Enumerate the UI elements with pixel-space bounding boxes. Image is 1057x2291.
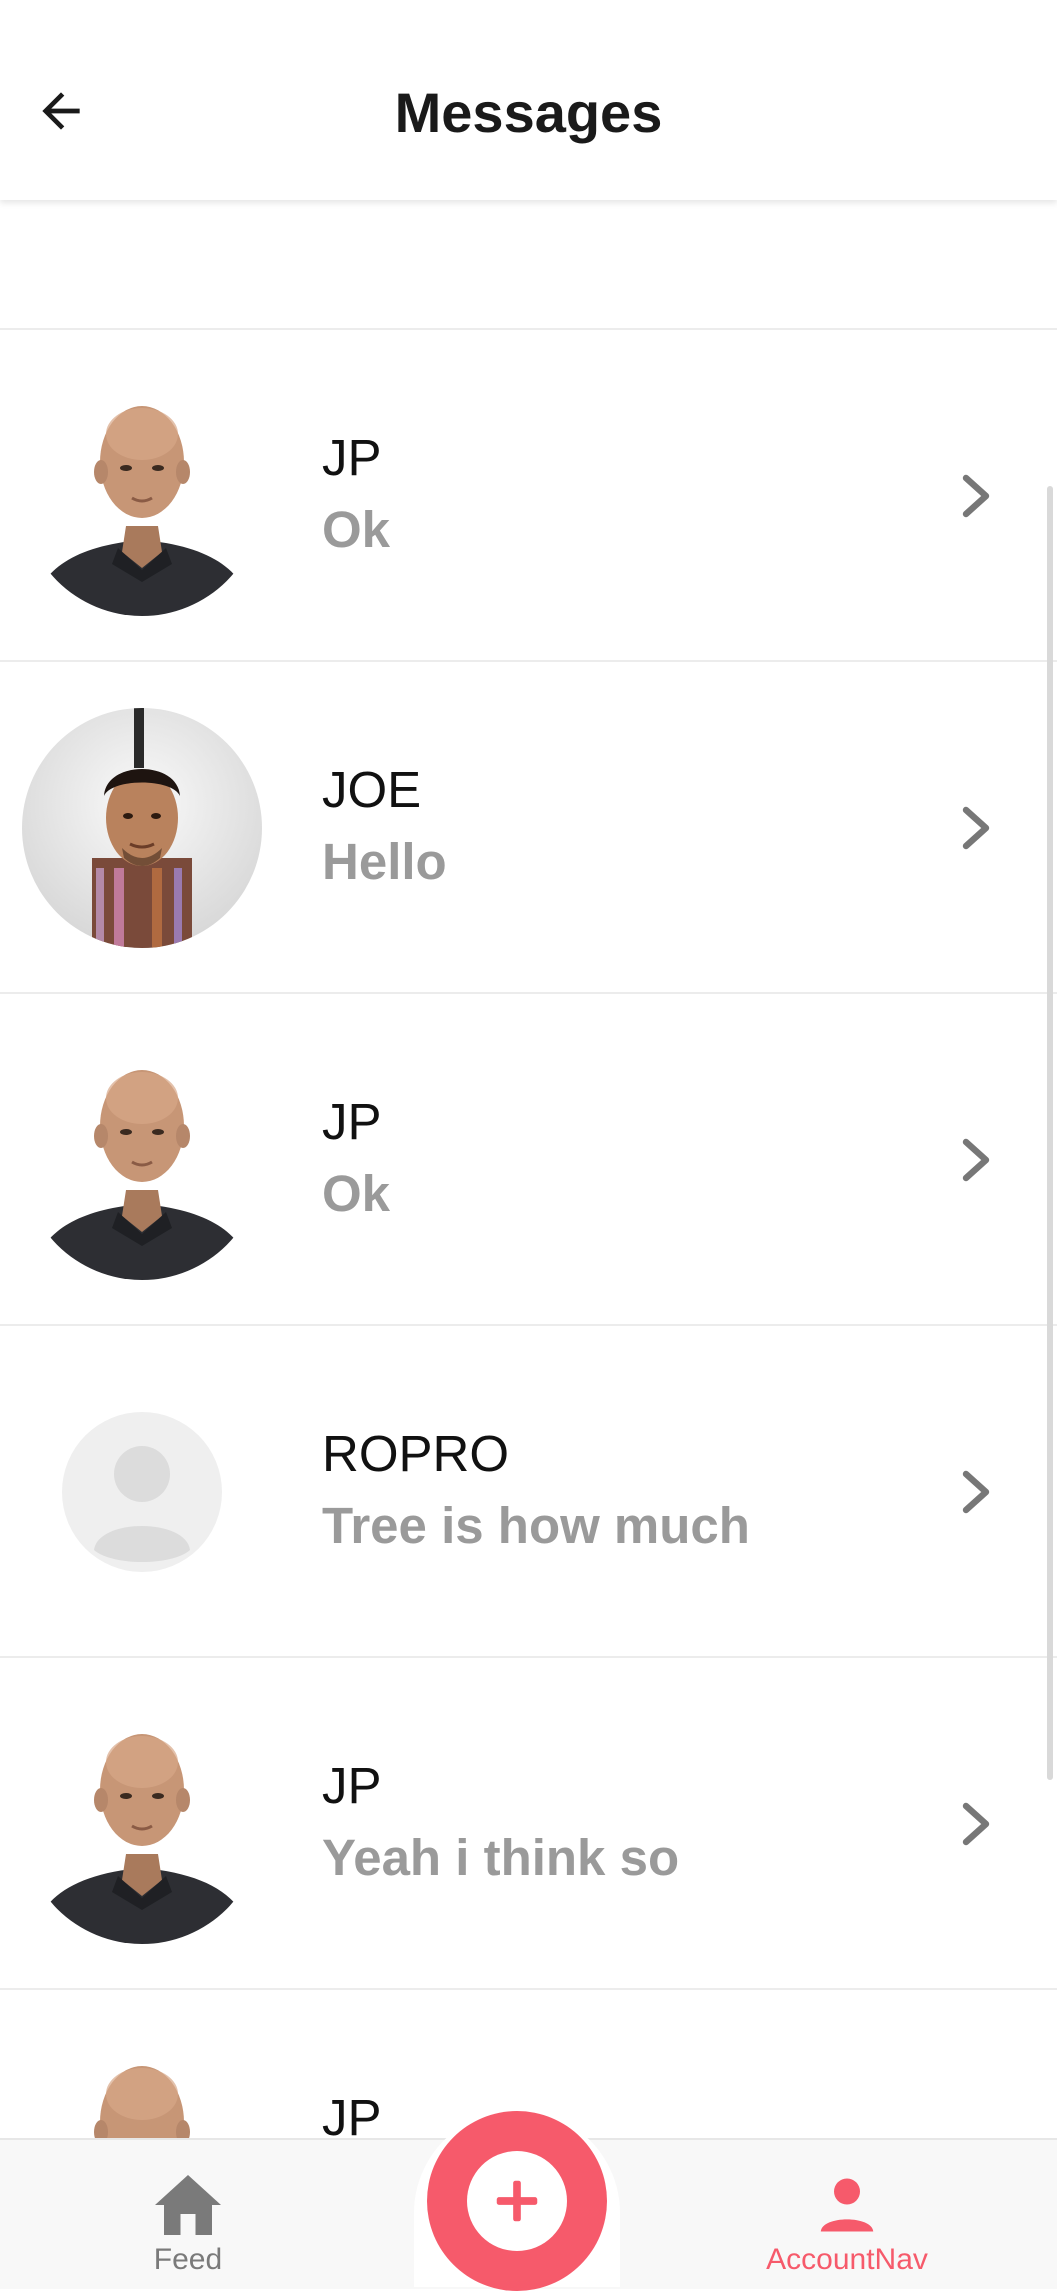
nav-tab-account[interactable]: AccountNav (740, 2140, 954, 2289)
avatar (22, 2036, 262, 2138)
fab-inner-circle (467, 2151, 567, 2251)
arrow-left-icon (42, 92, 80, 130)
plus-icon (496, 2180, 538, 2222)
contact-name: JP (322, 429, 382, 486)
bald-man-photo (22, 2036, 262, 2138)
contact-name: JP (322, 1757, 382, 1814)
back-button[interactable] (28, 78, 94, 144)
default-user-icon (22, 1372, 262, 1612)
home-icon (155, 2175, 221, 2235)
nav-label-feed: Feed (153, 2243, 223, 2276)
contact-name: JP (322, 1093, 382, 1150)
last-message: Yeah i think so (322, 1829, 680, 1886)
nav-tab-feed[interactable]: Feed (108, 2140, 268, 2289)
avatar (22, 1040, 262, 1280)
bald-man-photo (22, 376, 262, 616)
contact-name: JP (322, 2089, 382, 2138)
conversation-row[interactable]: JP Ok (0, 330, 1057, 662)
curly-hair-man-photo (22, 708, 262, 948)
scrollbar[interactable] (1047, 486, 1053, 1780)
add-post-button[interactable] (427, 2111, 607, 2291)
person-icon (820, 2178, 874, 2232)
chevron-right-icon (962, 474, 990, 518)
conversation-list[interactable]: JP Ok JOE Hello JP Ok ROPRO Tree is how … (0, 200, 1057, 2138)
bald-man-photo (22, 1040, 262, 1280)
conversation-row[interactable]: JOE Hello (0, 662, 1057, 994)
conversation-row[interactable]: JP Ok (0, 994, 1057, 1326)
nav-label-account: AccountNav (766, 2243, 928, 2276)
chevron-right-icon (962, 806, 990, 850)
chevron-right-icon (962, 1470, 990, 1514)
avatar (22, 1372, 262, 1612)
contact-name: ROPRO (322, 1425, 510, 1482)
page-title: Messages (394, 81, 663, 144)
last-message: Ok (322, 501, 391, 558)
avatar (22, 708, 262, 948)
bald-man-photo (22, 1704, 262, 1944)
avatar (22, 376, 262, 616)
chevron-right-icon (962, 1138, 990, 1182)
last-message: Ok (322, 1165, 391, 1222)
last-message: Tree is how much (322, 1497, 750, 1554)
app-header: Messages (0, 0, 1057, 200)
conversation-row[interactable]: JP Yeah i think so (0, 1658, 1057, 1990)
conversation-row[interactable]: ROPRO Tree is how much (0, 1326, 1057, 1658)
last-message: Hello (322, 833, 447, 890)
avatar (22, 1704, 262, 1944)
contact-name: JOE (322, 761, 422, 818)
chevron-right-icon (962, 1802, 990, 1846)
